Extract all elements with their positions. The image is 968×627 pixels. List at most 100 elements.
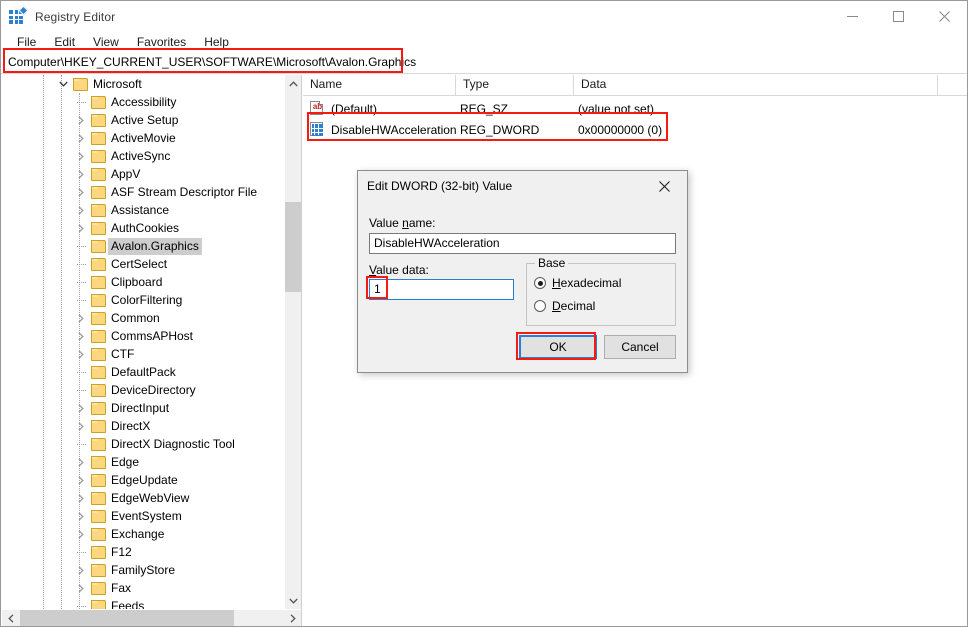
scrollbar-thumb[interactable] <box>20 610 234 626</box>
table-row[interactable]: (Default) REG_SZ (value not set) <box>303 99 967 118</box>
column-header-data[interactable]: Data <box>574 75 938 96</box>
tree-item-exchange[interactable]: Exchange <box>2 525 284 543</box>
tree-item-familystore[interactable]: FamilyStore <box>2 561 284 579</box>
radio-decimal-label: Decimal <box>552 299 596 313</box>
chevron-right-icon[interactable] <box>74 309 88 327</box>
chevron-right-icon[interactable] <box>74 129 88 147</box>
tree-item-directx-diagnostic-tool[interactable]: DirectX Diagnostic Tool <box>2 435 284 453</box>
menu-item-file[interactable]: File <box>8 33 45 52</box>
tree-connector <box>74 381 88 399</box>
minimize-icon <box>846 16 858 17</box>
menu-item-help[interactable]: Help <box>195 33 238 52</box>
scroll-left-button[interactable] <box>2 610 19 626</box>
radio-decimal[interactable]: Decimal <box>534 299 595 313</box>
tree-item-commsaphost[interactable]: CommsAPHost <box>2 327 284 345</box>
tree-item-colorfiltering[interactable]: ColorFiltering <box>2 291 284 309</box>
tree-item-avalon-graphics[interactable]: Avalon.Graphics <box>2 237 284 255</box>
chevron-right-icon[interactable] <box>74 471 88 489</box>
dialog-title: Edit DWORD (32-bit) Value <box>367 179 513 193</box>
tree-item-directx[interactable]: DirectX <box>2 417 284 435</box>
minimize-button[interactable] <box>829 1 875 32</box>
scroll-down-button[interactable] <box>285 592 301 609</box>
chevron-right-icon[interactable] <box>74 561 88 579</box>
address-bar[interactable]: Computer\HKEY_CURRENT_USER\SOFTWARE\Micr… <box>1 53 967 74</box>
cancel-button[interactable]: Cancel <box>604 335 676 359</box>
tree-item-label: Fax <box>111 581 132 595</box>
tree-item-label: Common <box>111 311 160 325</box>
tree-item-asf-stream-descriptor-file[interactable]: ASF Stream Descriptor File <box>2 183 284 201</box>
chevron-right-icon[interactable] <box>74 579 88 597</box>
chevron-right-icon[interactable] <box>74 111 88 129</box>
registry-editor-icon <box>9 5 29 25</box>
tree-item-fax[interactable]: Fax <box>2 579 284 597</box>
tree-item-assistance[interactable]: Assistance <box>2 201 284 219</box>
chevron-right-icon <box>290 614 296 623</box>
tree-item-accessibility[interactable]: Accessibility <box>2 93 284 111</box>
tree-connector <box>74 93 88 111</box>
tree-item-edgeupdate[interactable]: EdgeUpdate <box>2 471 284 489</box>
registry-tree-pane: Microsoft Accessibility Active Setup Active… <box>2 75 302 626</box>
chevron-right-icon[interactable] <box>74 183 88 201</box>
chevron-right-icon[interactable] <box>74 345 88 363</box>
chevron-right-icon[interactable] <box>74 147 88 165</box>
chevron-right-icon[interactable] <box>74 165 88 183</box>
table-row[interactable]: DisableHWAcceleration REG_DWORD 0x000000… <box>303 120 967 139</box>
chevron-right-icon[interactable] <box>74 453 88 471</box>
tree-item-edgewebview[interactable]: EdgeWebView <box>2 489 284 507</box>
registry-tree[interactable]: Microsoft Accessibility Active Setup Active… <box>2 75 284 609</box>
tree-item-defaultpack[interactable]: DefaultPack <box>2 363 284 381</box>
maximize-icon <box>892 11 904 22</box>
tree-item-microsoft[interactable]: Microsoft <box>2 75 284 93</box>
chevron-right-icon[interactable] <box>74 507 88 525</box>
folder-icon <box>91 600 106 609</box>
chevron-down-icon[interactable] <box>56 75 70 93</box>
tree-item-common[interactable]: Common <box>2 309 284 327</box>
tree-item-f12[interactable]: F12 <box>2 543 284 561</box>
tree-item-clipboard[interactable]: Clipboard <box>2 273 284 291</box>
radio-hexadecimal[interactable]: Hexadecimal <box>534 276 621 290</box>
column-header-type[interactable]: Type <box>456 75 574 96</box>
tree-item-label: ColorFiltering <box>111 293 183 307</box>
tree-item-edge[interactable]: Edge <box>2 453 284 471</box>
tree-item-certselect[interactable]: CertSelect <box>2 255 284 273</box>
values-column-header: Name Type Data <box>303 75 967 96</box>
folder-icon <box>91 492 106 505</box>
chevron-right-icon[interactable] <box>74 219 88 237</box>
scrollbar-thumb[interactable] <box>285 202 301 292</box>
tree-item-appv[interactable]: AppV <box>2 165 284 183</box>
folder-icon <box>91 114 106 127</box>
tree-item-authcookies[interactable]: AuthCookies <box>2 219 284 237</box>
value-data-field[interactable]: 1 <box>369 279 514 300</box>
chevron-right-icon[interactable] <box>74 327 88 345</box>
scroll-up-button[interactable] <box>285 75 301 92</box>
radio-dot-icon <box>534 277 546 289</box>
menu-item-view[interactable]: View <box>84 33 128 52</box>
chevron-right-icon[interactable] <box>74 417 88 435</box>
chevron-right-icon[interactable] <box>74 489 88 507</box>
tree-item-feeds[interactable]: Feeds <box>2 597 284 609</box>
tree-item-label: ActiveMovie <box>111 131 176 145</box>
tree-item-ctf[interactable]: CTF <box>2 345 284 363</box>
column-header-name[interactable]: Name <box>303 75 456 96</box>
chevron-right-icon[interactable] <box>74 525 88 543</box>
tree-item-activesync[interactable]: ActiveSync <box>2 147 284 165</box>
scroll-right-button[interactable] <box>284 610 301 626</box>
folder-icon <box>91 564 106 577</box>
value-name-field[interactable]: DisableHWAcceleration <box>369 233 676 254</box>
tree-item-eventsystem[interactable]: EventSystem <box>2 507 284 525</box>
tree-connector <box>74 363 88 381</box>
tree-horizontal-scrollbar[interactable] <box>2 609 301 626</box>
chevron-right-icon[interactable] <box>74 201 88 219</box>
tree-item-directinput[interactable]: DirectInput <box>2 399 284 417</box>
menu-item-favorites[interactable]: Favorites <box>128 33 195 52</box>
menu-item-edit[interactable]: Edit <box>45 33 84 52</box>
tree-item-devicedirectory[interactable]: DeviceDirectory <box>2 381 284 399</box>
dialog-close-button[interactable] <box>642 171 687 201</box>
tree-vertical-scrollbar[interactable] <box>284 75 301 609</box>
tree-item-active-setup[interactable]: Active Setup <box>2 111 284 129</box>
ok-button[interactable]: OK <box>519 335 597 359</box>
close-button[interactable] <box>921 1 967 32</box>
chevron-right-icon[interactable] <box>74 399 88 417</box>
tree-item-activemovie[interactable]: ActiveMovie <box>2 129 284 147</box>
maximize-button[interactable] <box>875 1 921 32</box>
